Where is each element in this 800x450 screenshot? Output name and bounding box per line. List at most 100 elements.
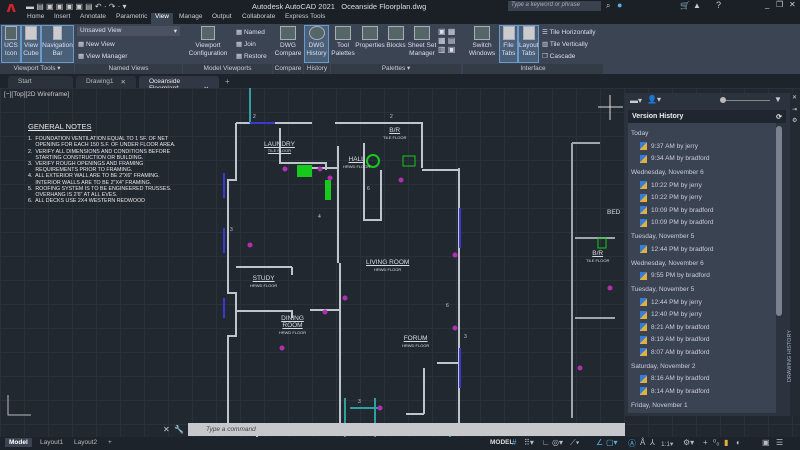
switch-windows-button[interactable]: Switch Windows: [467, 26, 497, 64]
panel-palettes[interactable]: Palettes ▾: [331, 64, 461, 74]
user-icon[interactable]: ●: [617, 0, 622, 10]
named-viewports-button[interactable]: ▦ Named: [236, 28, 265, 36]
view-cube-button[interactable]: View Cube: [21, 25, 41, 63]
quick-properties-icon[interactable]: ▮: [724, 438, 728, 447]
cascade-button[interactable]: ❐ Cascade: [542, 52, 575, 60]
close-icon[interactable]: ✕: [789, 0, 796, 9]
object-snap-icon[interactable]: ▢▾: [606, 438, 618, 447]
dwg-history-button[interactable]: DWG History: [304, 25, 329, 63]
autodesk-icon[interactable]: ▲: [693, 1, 701, 10]
tab-insert[interactable]: Insert: [54, 13, 70, 20]
tool-palettes-button[interactable]: Tool Palettes: [331, 26, 355, 64]
layout-tab-layout2[interactable]: Layout2: [70, 438, 101, 447]
view-toggle-icon[interactable]: ▬▾: [630, 96, 642, 105]
refresh-icon[interactable]: ⟳: [776, 113, 782, 121]
version-item[interactable]: 10:09 PM by bradford: [631, 204, 773, 217]
restore-button[interactable]: ▦ Restore: [236, 52, 267, 60]
scale-dropdown[interactable]: 1:1▾: [661, 440, 673, 448]
layout-tab-layout1[interactable]: Layout1: [36, 438, 67, 447]
properties-button[interactable]: Properties: [355, 26, 385, 64]
close-icon[interactable]: ✕: [792, 94, 797, 101]
version-item[interactable]: 9:55 PM by bradford: [631, 270, 773, 283]
snap-icon[interactable]: ⠿▾: [524, 438, 534, 447]
search-input[interactable]: Type a keyword or phrase: [508, 1, 601, 11]
version-item[interactable]: 8:14 AM by bradford: [631, 385, 773, 398]
tab-output[interactable]: Output: [212, 13, 232, 20]
close-command-icon[interactable]: ✕: [163, 425, 170, 434]
model-space-button[interactable]: MODEL: [490, 439, 513, 446]
polar-icon[interactable]: ◎▾: [552, 438, 563, 447]
panel-viewport-tools[interactable]: Viewport Tools ▾: [0, 64, 74, 74]
version-item[interactable]: 10:22 PM by jerry: [631, 179, 773, 192]
tab-collaborate[interactable]: Collaborate: [242, 13, 275, 20]
layout-tabs-button[interactable]: Layout Tabs: [518, 25, 539, 63]
file-tab-drawing1[interactable]: Drawing1 ✕: [76, 76, 136, 88]
version-item[interactable]: 10:22 PM by jerry: [631, 192, 773, 205]
annotation-scale-icon[interactable]: ⅄: [650, 438, 655, 447]
version-item[interactable]: 8:21 AM by bradford: [631, 321, 773, 334]
object-snap-tracking-icon[interactable]: ∠: [596, 438, 603, 447]
file-tab-start[interactable]: Start: [8, 76, 73, 88]
workspace-gear-icon[interactable]: ⚙▾: [683, 438, 694, 447]
tile-horizontally-button[interactable]: ☰ Tile Horizontally: [542, 28, 596, 36]
ortho-icon[interactable]: ∟: [542, 438, 550, 447]
tab-home[interactable]: Home: [27, 13, 44, 20]
blocks-button[interactable]: Blocks: [385, 26, 407, 64]
named-view-dropdown[interactable]: Unsaved View ▾: [77, 26, 180, 36]
sheet-set-manager-button[interactable]: Sheet Set Manager: [407, 26, 437, 64]
join-button[interactable]: ▦ Join: [236, 40, 256, 48]
auto-hide-icon[interactable]: ⇥: [792, 106, 797, 113]
file-tabs-button[interactable]: File Tabs: [499, 25, 518, 63]
grid-icon[interactable]: #: [512, 438, 516, 447]
file-tab-oceanside[interactable]: Oceanside Floorplan*✕: [139, 76, 219, 93]
restore-icon[interactable]: ❐: [776, 0, 783, 9]
cart-icon[interactable]: 🛒: [680, 1, 690, 10]
settings-icon[interactable]: ⚙: [792, 117, 797, 124]
close-icon[interactable]: ✕: [121, 78, 126, 86]
command-input[interactable]: Type a command: [188, 423, 625, 436]
minimize-icon[interactable]: _: [765, 0, 769, 9]
version-item[interactable]: 12:44 PM by jerry: [631, 296, 773, 309]
new-tab-icon[interactable]: +: [225, 77, 230, 86]
version-item[interactable]: 10:09 PM by bradford: [631, 217, 773, 230]
add-layout-icon[interactable]: +: [104, 438, 116, 447]
annotation-visibility-icon[interactable]: Ⓐ: [628, 438, 636, 449]
quick-access-toolbar[interactable]: ▬ ▤ ▣ ▣ ▣ ▣ ▤ ↶ · ↷ · ▾: [26, 2, 127, 11]
search-icon[interactable]: ⌕: [606, 1, 610, 11]
version-list[interactable]: Today 9:37 AM by jerry 9:34 AM by bradford…: [628, 123, 776, 413]
isolate-icon[interactable]: ◐: [736, 438, 741, 447]
version-item[interactable]: 8:16 AM by bradford: [631, 373, 773, 386]
tab-view[interactable]: View: [151, 13, 173, 24]
version-item[interactable]: 12:44 PM by bradford: [631, 243, 773, 256]
version-item[interactable]: 12:40 PM by jerry: [631, 309, 773, 322]
view-manager-button[interactable]: ▦ View Manager: [78, 52, 127, 60]
layout-tab-model[interactable]: Model: [5, 438, 32, 447]
dwg-compare-button[interactable]: DWG Compare: [274, 26, 302, 64]
tab-manage[interactable]: Manage: [179, 13, 203, 20]
tab-annotate[interactable]: Annotate: [80, 13, 106, 20]
plus-icon[interactable]: +: [703, 438, 708, 447]
version-item[interactable]: 8:07 AM by bradford: [631, 346, 773, 359]
zoom-slider[interactable]: [720, 97, 770, 103]
filter-icon[interactable]: ▼: [774, 95, 782, 104]
customize-menu-icon[interactable]: ☰: [776, 438, 783, 447]
units-icon[interactable]: ⁰₀: [713, 438, 720, 447]
auto-scale-icon[interactable]: Å: [640, 438, 645, 447]
scrollbar[interactable]: [776, 126, 782, 316]
version-item[interactable]: 9:34 AM by bradford: [631, 153, 773, 166]
ucs-icon-button[interactable]: UCS Icon: [1, 25, 21, 63]
isodraft-icon[interactable]: ⟋▾: [570, 438, 580, 448]
fullscreen-icon[interactable]: ▣: [762, 438, 770, 447]
tab-express-tools[interactable]: Express Tools: [285, 13, 325, 20]
user-filter-icon[interactable]: 👤▾: [647, 95, 661, 104]
tile-vertically-button[interactable]: ▥ Tile Vertically: [542, 40, 588, 48]
new-view-button[interactable]: ▦ New View: [78, 40, 115, 48]
palette-small-icons[interactable]: ▣ ▦ ▦ ▤ ▥ ▣: [438, 27, 455, 54]
navigation-bar-button[interactable]: Navigation Bar: [41, 25, 74, 63]
help-icon[interactable]: ?: [716, 0, 721, 10]
viewport-configuration-button[interactable]: Viewport Configuration: [186, 26, 230, 64]
tab-parametric[interactable]: Parametric: [116, 13, 147, 20]
version-item[interactable]: 9:37 AM by jerry: [631, 140, 773, 153]
customize-wrench-icon[interactable]: 🔧: [174, 425, 184, 434]
version-item[interactable]: 8:19 AM by bradford: [631, 334, 773, 347]
